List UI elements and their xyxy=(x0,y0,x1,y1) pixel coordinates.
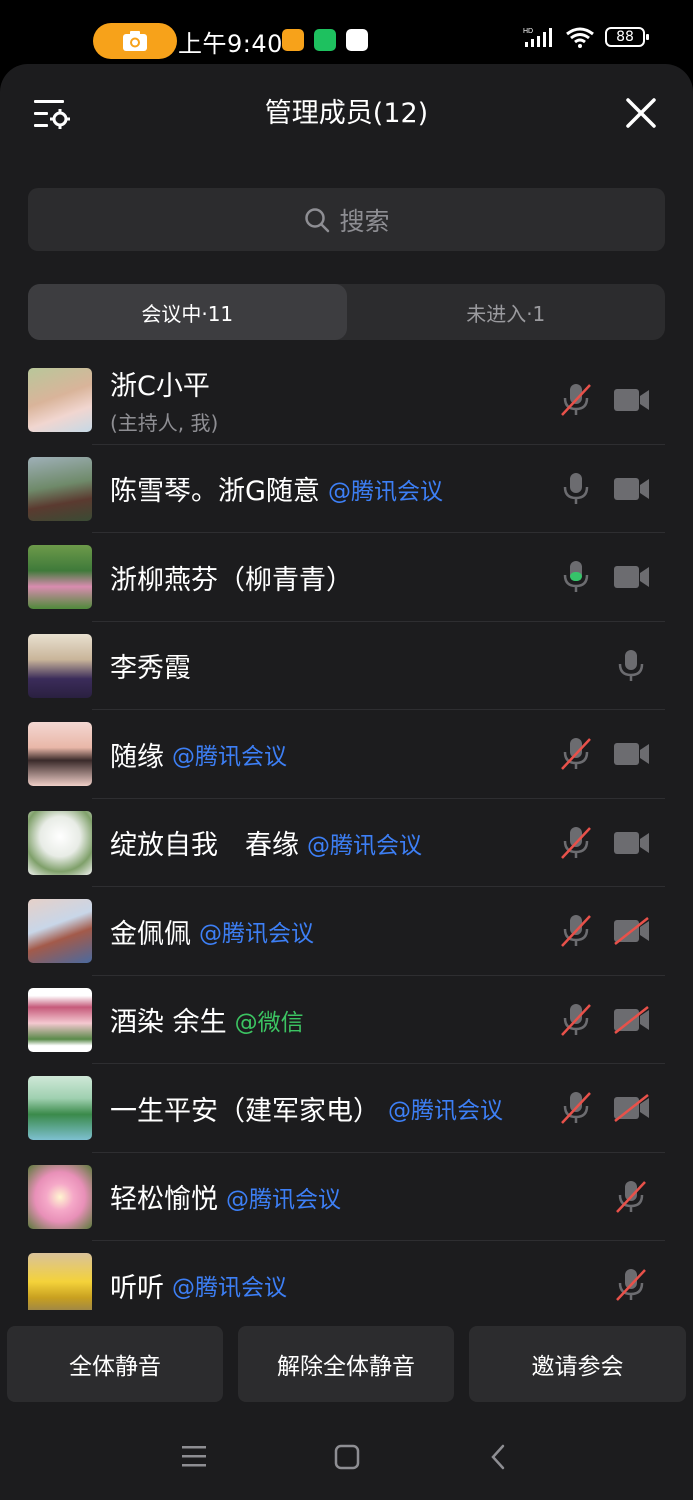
menu-icon xyxy=(182,1446,206,1467)
recents-button[interactable] xyxy=(181,1444,207,1472)
mic-muted-icon[interactable] xyxy=(559,736,593,772)
member-source: @腾讯会议 xyxy=(172,744,287,770)
invite-button[interactable]: 邀请参会 xyxy=(469,1326,686,1402)
mic-muted-icon[interactable] xyxy=(614,1267,648,1303)
mic-muted-icon[interactable] xyxy=(559,1002,593,1038)
camera-on-icon[interactable] xyxy=(612,563,652,591)
camera-on-icon[interactable] xyxy=(612,386,652,414)
avatar xyxy=(28,1076,92,1140)
mic-muted-icon[interactable] xyxy=(559,1090,593,1126)
svg-text:HD: HD xyxy=(523,28,533,35)
camera-on-icon[interactable] xyxy=(612,829,652,857)
mute-all-button[interactable]: 全体静音 xyxy=(7,1326,223,1402)
search-input[interactable]: 搜索 xyxy=(28,188,665,251)
member-row[interactable]: 绽放自我 春缘 @腾讯会议 xyxy=(0,799,693,887)
mic-on-icon[interactable] xyxy=(559,471,593,507)
member-list: 浙C小平 (主持人, 我) 陈雪琴。浙G随意 @腾讯会议 浙柳燕芬（柳青青） 李… xyxy=(0,356,693,1310)
member-row[interactable]: 酒染 余生 @微信 xyxy=(0,976,693,1064)
avatar xyxy=(28,633,92,698)
signal-icon: HD xyxy=(523,28,552,47)
member-row[interactable]: 随缘 @腾讯会议 xyxy=(0,710,693,799)
home-button[interactable] xyxy=(334,1444,360,1474)
member-row[interactable]: 浙C小平 (主持人, 我) xyxy=(0,356,693,445)
member-row[interactable]: 轻松愉悦 @腾讯会议 xyxy=(0,1153,693,1241)
avatar xyxy=(28,722,92,786)
avatar xyxy=(28,545,92,609)
search-placeholder: 搜索 xyxy=(339,206,390,236)
avatar xyxy=(28,810,92,875)
meeting-notification-icon xyxy=(346,29,368,51)
member-name: 金佩佩 xyxy=(110,918,191,950)
home-icon xyxy=(334,1444,360,1470)
mic-muted-icon[interactable] xyxy=(559,913,593,949)
avatar xyxy=(28,899,92,963)
wechat-notification-icon xyxy=(314,29,336,51)
member-name: 一生平安（建军家电） xyxy=(110,1095,380,1127)
wifi-icon xyxy=(566,27,594,48)
action-bar: 全体静音 解除全体静音 邀请参会 xyxy=(0,1310,693,1414)
member-name: 李秀霞 xyxy=(110,653,191,684)
member-row[interactable]: 金佩佩 @腾讯会议 xyxy=(0,887,693,976)
member-source: @腾讯会议 xyxy=(172,1275,287,1301)
member-row[interactable]: 陈雪琴。浙G随意 @腾讯会议 xyxy=(0,445,693,533)
page-title: 管理成员(12) xyxy=(264,98,429,129)
tab-not-joined[interactable]: 未进入·1 xyxy=(347,284,666,340)
system-nav-bar xyxy=(0,1414,693,1500)
mic-on-icon[interactable] xyxy=(614,648,648,684)
member-row[interactable]: 一生平安（建军家电） @腾讯会议 xyxy=(0,1064,693,1153)
member-source: @腾讯会议 xyxy=(327,478,443,505)
member-name: 浙C小平 xyxy=(110,371,210,402)
camera-off-icon[interactable] xyxy=(612,1005,652,1034)
camera-icon xyxy=(123,31,147,51)
close-button[interactable] xyxy=(620,92,662,134)
avatar xyxy=(28,368,92,432)
mic-muted-icon[interactable] xyxy=(559,382,593,418)
member-row[interactable]: 李秀霞 xyxy=(0,622,693,710)
host-label: (主持人, 我) xyxy=(110,411,219,435)
search-icon xyxy=(305,207,330,232)
mic-muted-icon[interactable] xyxy=(614,1179,648,1215)
back-chevron-icon xyxy=(491,1444,505,1470)
avatar xyxy=(28,1164,92,1229)
avatar xyxy=(28,1253,92,1310)
camera-off-icon[interactable] xyxy=(612,917,652,945)
camera-on-icon[interactable] xyxy=(612,740,652,768)
close-icon xyxy=(626,98,656,128)
unmute-all-button[interactable]: 解除全体静音 xyxy=(238,1326,454,1402)
member-source: @腾讯会议 xyxy=(307,832,422,859)
member-source: @微信 xyxy=(234,1009,304,1036)
back-button[interactable] xyxy=(489,1444,507,1474)
member-name: 听听 xyxy=(110,1272,164,1304)
manage-members-panel: 管理成员(12) 搜索 会议中·11 未进入·1 浙C小平 (主持人, 我) 陈… xyxy=(0,64,693,1500)
battery-indicator: 88 xyxy=(605,27,649,47)
member-source: @腾讯会议 xyxy=(226,1186,341,1213)
camera-off-icon[interactable] xyxy=(612,1094,652,1122)
mic-muted-icon[interactable] xyxy=(559,825,593,861)
member-name: 绽放自我 春缘 xyxy=(110,830,299,861)
member-name: 陈雪琴。浙G随意 xyxy=(110,476,320,507)
avatar xyxy=(28,987,92,1052)
member-source: @腾讯会议 xyxy=(199,921,314,947)
member-name: 浙柳燕芬（柳青青） xyxy=(110,564,353,596)
member-tabs: 会议中·11 未进入·1 xyxy=(28,284,665,340)
avatar xyxy=(28,456,92,521)
notification-app-icon xyxy=(282,29,304,51)
member-name: 轻松愉悦 xyxy=(110,1184,218,1215)
tab-in-meeting[interactable]: 会议中·11 xyxy=(28,284,347,340)
member-row[interactable]: 浙柳燕芬（柳青青） xyxy=(0,533,693,622)
member-source: @腾讯会议 xyxy=(388,1098,503,1124)
clock: 上午9:40 xyxy=(178,30,283,58)
member-name: 随缘 xyxy=(110,741,164,773)
status-bar: 上午9:40 HD 88 xyxy=(0,0,693,64)
screen-recorder-pill[interactable] xyxy=(93,23,177,59)
mic-speaking-icon[interactable] xyxy=(559,559,593,595)
camera-on-icon[interactable] xyxy=(612,475,652,503)
member-name: 酒染 余生 xyxy=(110,1007,227,1038)
member-row[interactable]: 听听 @腾讯会议 xyxy=(0,1241,693,1310)
